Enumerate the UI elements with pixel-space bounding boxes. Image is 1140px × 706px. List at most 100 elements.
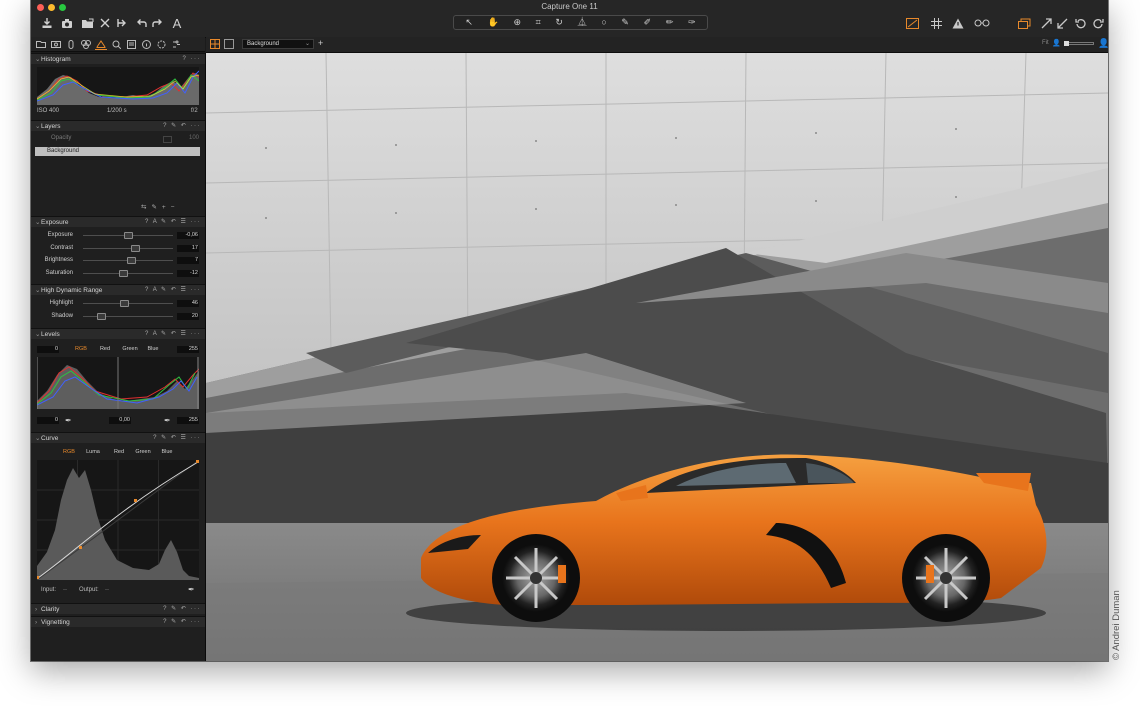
layer-item-background[interactable]: Background [35,147,200,156]
multi-view-icon[interactable] [210,39,220,49]
output-tab-icon[interactable] [155,39,167,50]
hdr-slider-knob-1[interactable] [97,312,106,320]
exposure-slider-1[interactable] [83,247,173,249]
warning-icon[interactable] [951,16,965,30]
vignetting-header[interactable]: › Vignetting ? ✎ ↶ ··· [31,616,205,627]
batch-tab-icon[interactable] [170,39,182,50]
levels-white-input[interactable]: 255 [177,346,199,353]
library-tab-icon[interactable] [35,39,47,50]
curve-channel-blue[interactable]: Blue [159,449,175,455]
layers-controls[interactable]: ? ✎ ↶ ··· [163,121,201,132]
hdr-slider-knob-0[interactable] [120,300,130,307]
exposure-header[interactable]: ⌄Exposure ? A ✎ ↶ ☰ ··· [31,216,205,227]
exposure-slider-knob-1[interactable] [131,244,141,252]
import-icon[interactable] [40,16,54,30]
levels-histogram[interactable] [36,357,200,409]
opacity-slider-knob[interactable] [163,136,172,143]
rotate-icon[interactable] [115,16,129,30]
collapse-icon[interactable] [1055,16,1069,30]
select-icon[interactable]: ↖ [465,18,473,27]
hdr-controls[interactable]: ? A ✎ ↶ ☰ ··· [145,285,201,296]
layer-swap-icon[interactable]: ⇆ [141,204,151,211]
exposure-slider-knob-0[interactable] [124,232,133,239]
crop-icon[interactable]: ⌗ [536,18,541,27]
metadata-tab-icon[interactable] [140,39,152,50]
layer-brush-icon[interactable]: ✎ [151,204,161,211]
reset-icon[interactable] [1073,16,1087,30]
histogram-header[interactable]: ⌄Histogram ? ··· [31,53,205,64]
brush-icon[interactable]: ✎ [621,18,629,27]
exposure-warning-icon[interactable] [905,16,919,30]
add-layer-icon[interactable]: + [162,204,171,211]
exposure-value-1[interactable]: 17 [177,244,199,252]
levels-midtone[interactable]: 0,00 [109,417,131,424]
exposure-slider-3[interactable] [83,272,173,274]
redo-icon[interactable] [150,16,164,30]
opacity-value[interactable]: 100 [189,135,199,141]
levels-channel-red[interactable]: Red [97,346,113,352]
add-layer-button[interactable]: + [318,38,323,48]
exposure-value-0[interactable]: -0,06 [177,232,199,239]
zoom-slider[interactable] [1064,41,1094,46]
vignetting-controls[interactable]: ? ✎ ↶ ··· [163,617,201,628]
exposure-slider-knob-2[interactable] [126,257,136,264]
stack-icon[interactable] [1017,16,1031,30]
curve-channel-red[interactable]: Red [111,449,127,455]
color-tab-icon[interactable] [80,39,92,50]
zoom-slider-knob[interactable] [1064,41,1069,46]
zoom-icon[interactable]: ⊕ [513,18,521,27]
curve-channel-luma[interactable]: Luma [84,449,102,455]
camera-icon[interactable] [60,16,74,30]
picker-icon[interactable]: ✑ [688,18,696,27]
expand-icon[interactable] [1039,16,1053,30]
remove-layer-icon[interactable]: − [171,204,180,211]
gradient-icon[interactable]: ✏ [666,18,674,27]
levels-black-output[interactable]: 0 [37,417,59,424]
delete-icon[interactable] [98,16,112,30]
exposure-value-3[interactable]: -12 [177,269,199,277]
layers-header[interactable]: ⌄Layers ? ✎ ↶ ··· [31,120,205,131]
curve-channel-rgb[interactable]: RGB [61,449,77,455]
histogram-controls[interactable]: ? ··· [183,54,202,65]
exposure-value-2[interactable]: 7 [177,257,199,264]
clarity-controls[interactable]: ? ✎ ↶ ··· [163,604,201,615]
rotate-tool-icon[interactable]: ↻ [555,18,563,27]
white-picker-icon[interactable]: ✒ [164,416,171,425]
layer-select[interactable]: Background ⌄ [242,39,314,49]
levels-white-output[interactable]: 255 [177,417,199,424]
exposure-controls[interactable]: ? A ✎ ↶ ☰ ··· [145,217,201,228]
clarity-header[interactable]: › Clarity ? ✎ ↶ ··· [31,603,205,614]
folder-icon[interactable] [80,16,94,30]
undo-icon[interactable] [135,16,149,30]
levels-header[interactable]: ⌄Levels ? A ✎ ↶ ☰ ··· [31,328,205,339]
hdr-value-0[interactable]: 46 [177,300,199,307]
levels-channel-rgb[interactable]: RGB [73,346,89,352]
hdr-value-1[interactable]: 20 [177,312,199,320]
black-picker-icon[interactable]: ✒ [65,416,72,425]
pan-icon[interactable]: ✋ [488,18,499,27]
levels-black-input[interactable]: 0 [37,346,59,353]
single-view-icon[interactable] [224,39,234,49]
glasses-icon[interactable] [973,16,991,30]
curve-header[interactable]: ⌄Curve ? ✎ ↶ ☰ ··· [31,432,205,443]
rotate-right-icon[interactable] [1091,16,1105,30]
levels-channel-green[interactable]: Green [120,346,140,352]
curve-picker-icon[interactable]: ✒ [188,585,195,594]
curve-graph[interactable] [36,459,200,581]
keystone-icon[interactable]: ⏅ [578,18,587,27]
text-icon[interactable]: A [170,15,184,31]
image-viewer[interactable] [206,53,1108,661]
levels-controls[interactable]: ? A ✎ ↶ ☰ ··· [145,329,201,340]
lens-tab-icon[interactable] [65,39,77,50]
spot-icon[interactable]: ○ [601,18,606,27]
curve-controls[interactable]: ? ✎ ↶ ☰ ··· [153,433,201,444]
grid-icon[interactable] [929,16,943,30]
levels-channel-blue[interactable]: Blue [145,346,161,352]
exposure-slider-knob-3[interactable] [118,269,128,277]
capture-tab-icon[interactable] [50,39,62,50]
exposure-tab-icon[interactable] [95,38,107,50]
details-tab-icon[interactable] [110,39,122,50]
hdr-header[interactable]: ⌄High Dynamic Range ? A ✎ ↶ ☰ ··· [31,284,205,295]
curve-channel-green[interactable]: Green [133,449,153,455]
eraser-icon[interactable]: ✐ [644,18,652,27]
